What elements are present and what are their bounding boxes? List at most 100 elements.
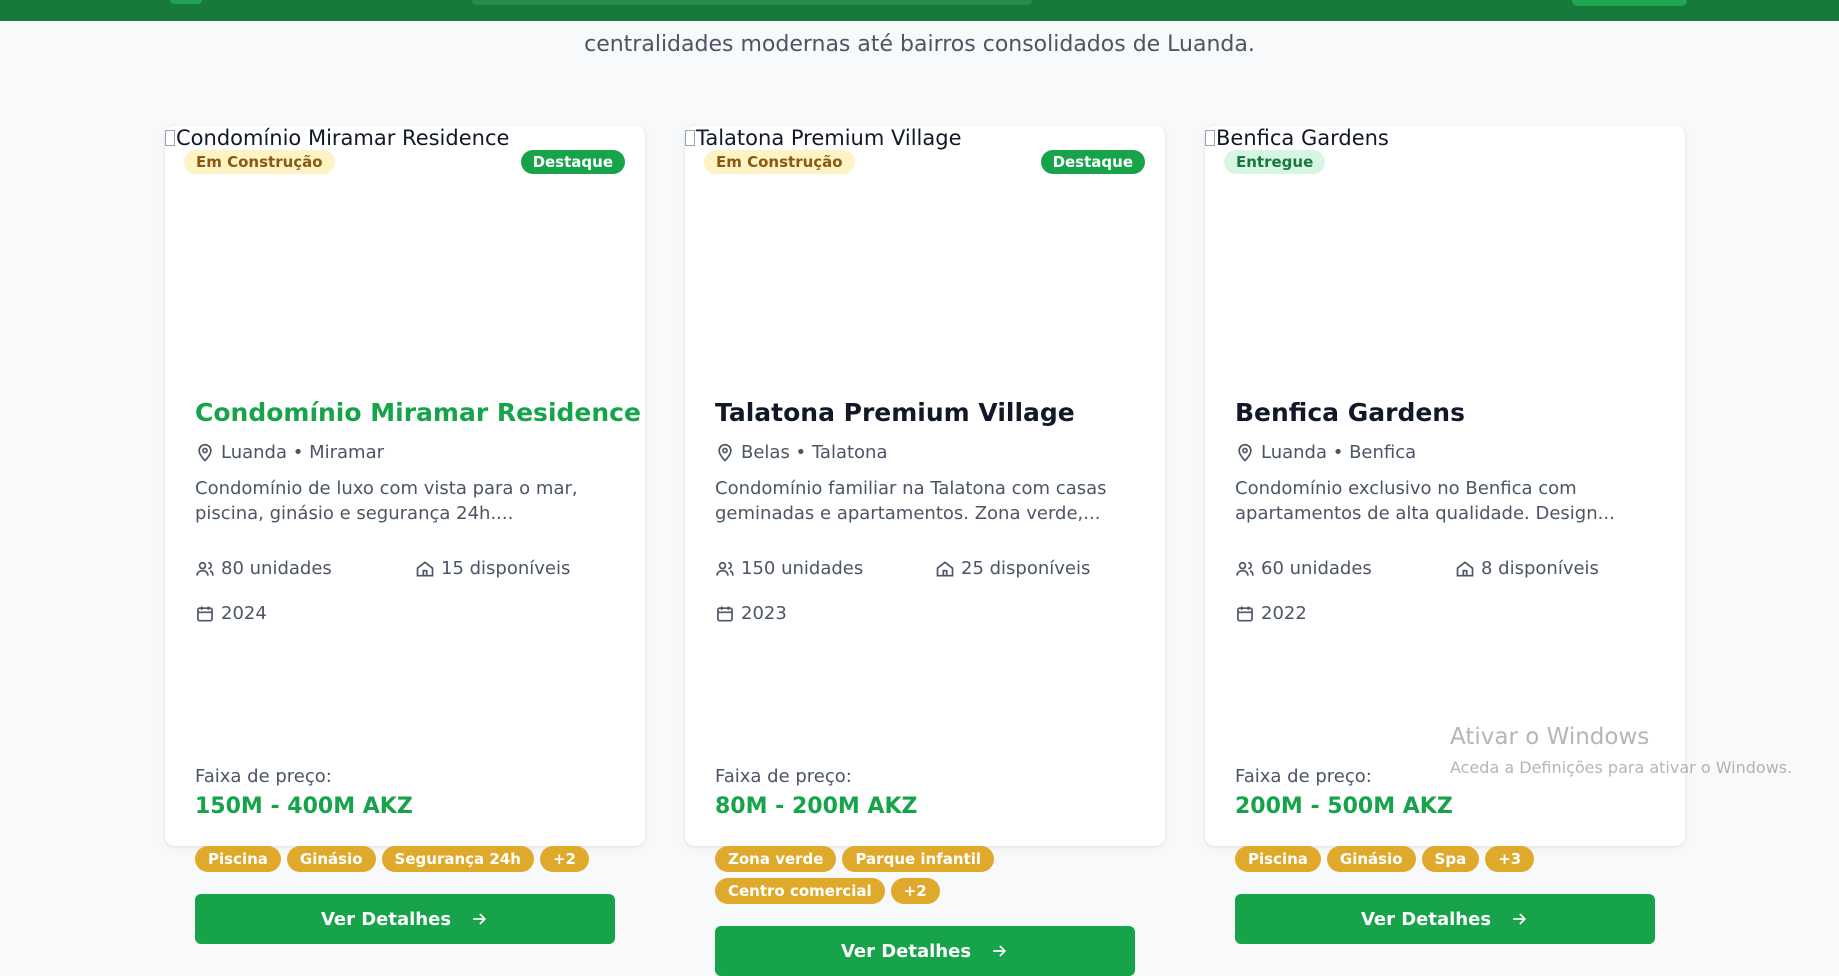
amenity-tags: Zona verde Parque infantil Centro comerc… [715,846,1135,904]
status-badge: Em Construção [704,150,855,174]
calendar-icon [1237,606,1253,621]
map-pin-icon [1238,443,1252,462]
image-alt-label: Benfica Gardens [1216,126,1389,150]
map-pin-icon [718,443,732,462]
top-navbar [0,0,1839,21]
description-line: apartamentos de alta qualidade. Design..… [1235,503,1615,524]
card-location: Luanda • Benfica [1235,442,1416,463]
view-details-button[interactable]: Ver Detalhes [195,894,615,944]
amenity-tag: Piscina [195,846,281,872]
map-pin-icon [198,443,212,462]
search-input[interactable] [472,0,1032,5]
card-description: Condomínio familiar na Talatona com casa… [715,476,1135,526]
view-details-button[interactable]: Ver Detalhes [1235,894,1655,944]
arrow-right-icon [473,913,487,925]
card-image[interactable]: Benfica Gardens Entregue [1205,126,1685,366]
card-description: Condomínio exclusivo no Benfica com apar… [1235,476,1655,526]
amenity-tag-more[interactable]: +3 [1485,846,1535,872]
card-image[interactable]: Talatona Premium Village Em Construção D… [685,126,1165,366]
users-icon [716,561,734,576]
price-label: Faixa de preço: [195,766,332,787]
year-label: 2023 [741,603,787,624]
amenity-tag: Parque infantil [842,846,994,872]
available-label: 8 disponíveis [1481,558,1599,579]
image-alt-text: Condomínio Miramar Residence [165,126,509,150]
year-stat: 2022 [1235,603,1307,624]
price-value: 200M - 500M AKZ [1235,794,1453,819]
description-line: Condomínio familiar na Talatona com casa… [715,478,1107,499]
image-alt-text: Talatona Premium Village [685,126,962,150]
available-stat: 8 disponíveis [1455,558,1599,579]
units-label: 60 unidades [1261,558,1372,579]
amenity-tags: Piscina Ginásio Segurança 24h +2 [195,846,615,872]
featured-badge: Destaque [1040,150,1145,174]
description-line: Condomínio de luxo com vista para o mar, [195,478,578,499]
amenity-tag: Zona verde [715,846,837,872]
description-line: geminadas e apartamentos. Zona verde,... [715,503,1101,524]
amenity-tags: Piscina Ginásio Spa +3 [1235,846,1655,872]
card-location: Belas • Talatona [715,442,887,463]
description-line: Condomínio exclusivo no Benfica com [1235,478,1577,499]
units-stat: 60 unidades [1235,558,1372,579]
condominium-card[interactable]: Talatona Premium Village Em Construção D… [685,126,1165,976]
description-line: piscina, ginásio e segurança 24h.... [195,503,514,524]
button-label: Ver Detalhes [1360,908,1492,930]
card-location: Luanda • Miramar [195,442,384,463]
location-label: Belas • Talatona [741,442,888,463]
windows-activation-subtitle: Aceda a Definições para ativar o Windows… [1450,758,1793,777]
image-alt-text: Benfica Gardens [1205,126,1389,150]
amenity-tag: Piscina [1235,846,1321,872]
card-title[interactable]: Benfica Gardens [1235,398,1655,428]
amenity-tag: Segurança 24h [381,846,534,872]
logo-icon[interactable] [170,0,202,4]
home-icon [936,560,954,576]
year-label: 2022 [1261,603,1307,624]
button-label: Ver Detalhes [320,908,452,930]
amenity-tag: Spa [1421,846,1480,872]
available-label: 15 disponíveis [441,558,571,579]
calendar-icon [197,606,213,621]
units-stat: 80 unidades [195,558,332,579]
header-cta-button[interactable] [1572,0,1687,6]
card-image[interactable]: Condomínio Miramar Residence Em Construç… [165,126,645,366]
arrow-right-icon [1513,913,1527,925]
location-label: Luanda • Benfica [1261,442,1417,463]
home-icon [416,560,434,576]
view-details-button[interactable]: Ver Detalhes [715,926,1135,976]
price-value: 150M - 400M AKZ [195,794,413,819]
card-title[interactable]: Condomínio Miramar Residence [195,398,641,428]
broken-image-icon [165,130,175,146]
condominium-card[interactable]: Condomínio Miramar Residence Em Construç… [165,126,645,944]
amenity-tag: Centro comercial [715,878,885,904]
image-alt-label: Talatona Premium Village [696,126,962,150]
button-label: Ver Detalhes [840,940,972,962]
year-label: 2024 [221,603,267,624]
units-label: 150 unidades [741,558,864,579]
home-icon [1456,560,1474,576]
users-icon [1236,561,1254,576]
calendar-icon [717,606,733,621]
windows-activation-watermark: Ativar o Windows [1450,724,1650,750]
image-alt-label: Condomínio Miramar Residence [176,126,510,150]
amenity-tag: Ginásio [286,846,376,872]
amenity-tag-more[interactable]: +2 [539,846,589,872]
amenity-tag-more[interactable]: +2 [890,878,940,904]
card-title[interactable]: Talatona Premium Village [715,398,1135,428]
units-label: 80 unidades [221,558,332,579]
year-stat: 2024 [195,603,267,624]
users-icon [196,561,214,576]
section-intro-text: centralidades modernas até bairros conso… [584,32,1255,57]
year-stat: 2023 [715,603,787,624]
broken-image-icon [685,130,695,146]
featured-badge: Destaque [520,150,625,174]
amenity-tag: Ginásio [1326,846,1416,872]
price-label: Faixa de preço: [1235,766,1372,787]
location-label: Luanda • Miramar [221,442,385,463]
status-badge: Entregue [1224,150,1326,174]
available-stat: 15 disponíveis [415,558,570,579]
card-description: Condomínio de luxo com vista para o mar,… [195,476,615,526]
arrow-right-icon [993,945,1007,957]
available-label: 25 disponíveis [961,558,1091,579]
units-stat: 150 unidades [715,558,863,579]
broken-image-icon [1205,130,1215,146]
